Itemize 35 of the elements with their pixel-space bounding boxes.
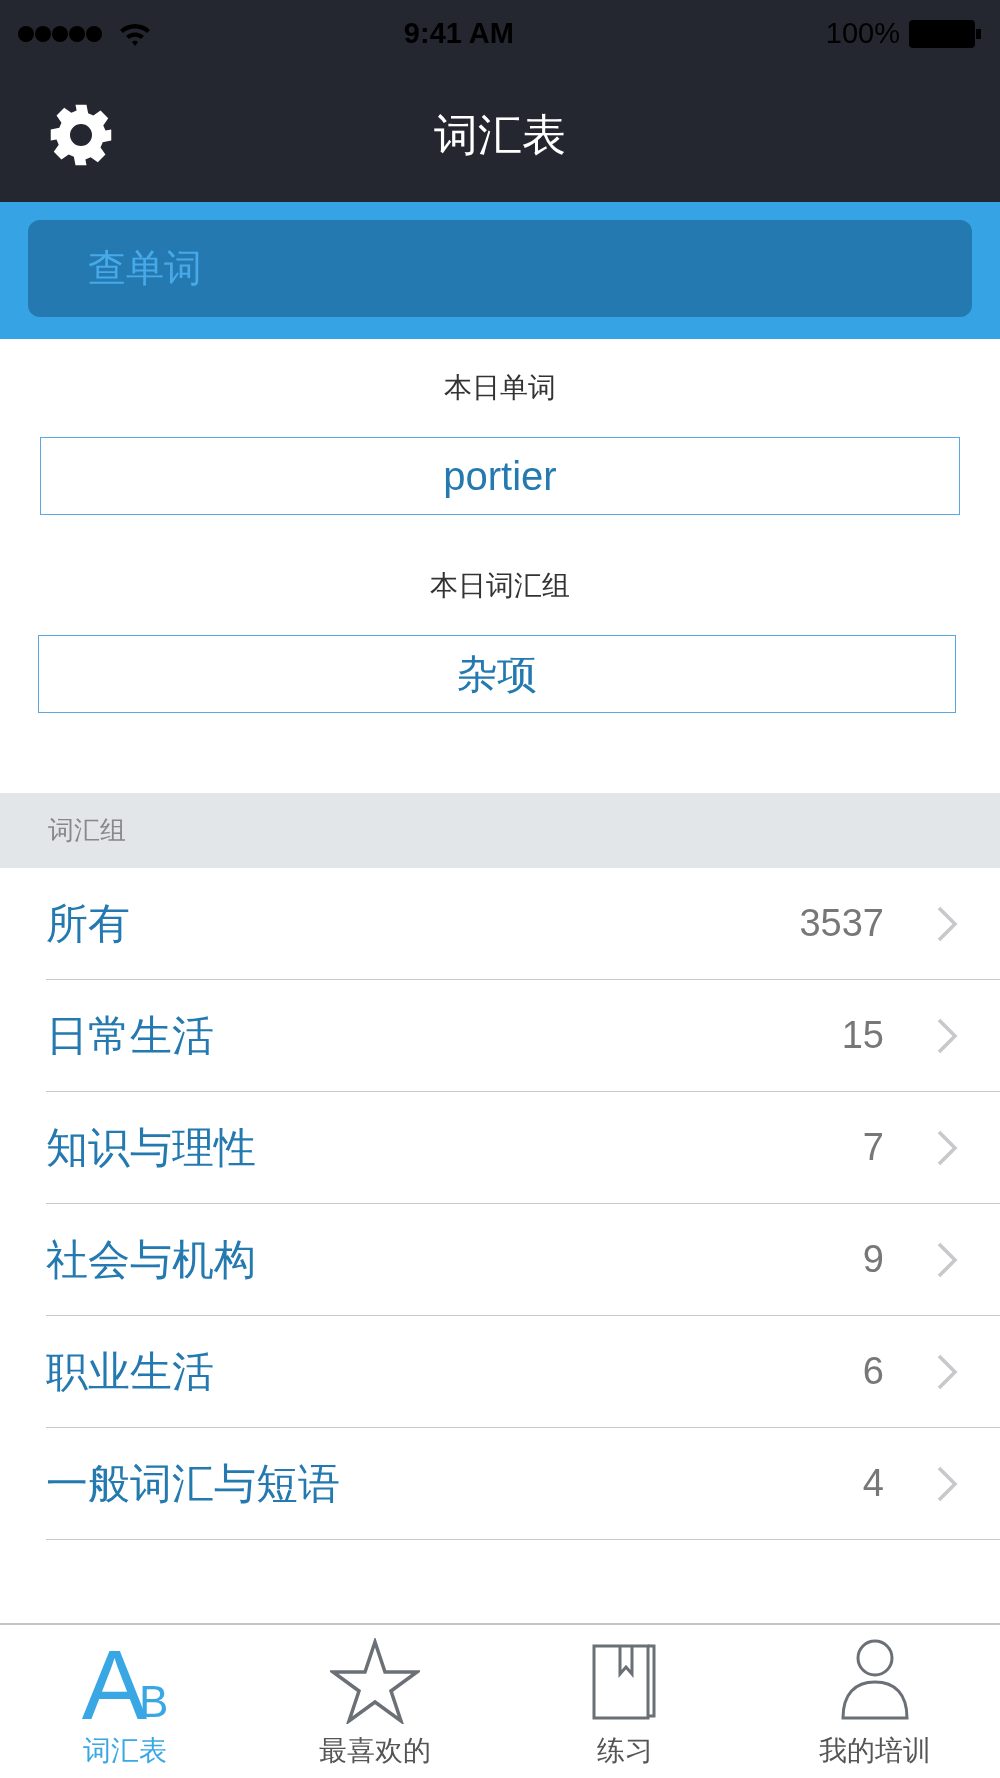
chevron-icon [936,904,958,943]
chevron-icon [936,1240,958,1279]
group-name[interactable]: 职业生活 [46,1340,863,1403]
group-count: 4 [862,1461,884,1506]
search-field[interactable]: 查单词 [28,220,972,317]
group-name[interactable]: 一般词汇与短语 [46,1452,863,1515]
star-icon [330,1638,420,1724]
group-count: 6 [862,1349,884,1394]
daily-value-field[interactable]: portier [40,437,960,515]
section-header: 词汇组 [0,793,1000,868]
group-name[interactable]: 社会与机构 [46,1228,863,1291]
daily-value-field[interactable]: 杂项 [38,635,956,713]
group-count: 7 [862,1125,884,1170]
letters-icon: AB [81,1638,169,1724]
tab-button[interactable]: 我的培训 [750,1625,1000,1778]
chevron-icon [936,1128,958,1167]
settings-icon[interactable] [48,102,114,168]
battery-icon [908,18,982,50]
signal-icon [18,25,104,43]
group-count: 15 [841,1013,884,1058]
daily-label: 本日词汇组 [429,569,571,603]
group-count: 9 [862,1237,884,1282]
tab-button[interactable]: 最喜欢的 [250,1625,500,1778]
wifi-icon [118,21,152,47]
nav-title: 词汇表 [434,109,566,161]
tab-button[interactable]: AB 词汇表 [0,1625,250,1778]
chevron-icon [936,1464,958,1503]
chevron-icon [936,1016,958,1055]
group-count: 3537 [799,901,884,946]
chevron-icon [936,1352,958,1391]
group-name[interactable]: 知识与理性 [46,1116,863,1179]
tab-button[interactable]: 练习 [500,1625,750,1778]
daily-label: 本日单词 [443,371,557,405]
group-name[interactable]: 日常生活 [46,1004,842,1067]
group-name[interactable]: 所有 [46,892,800,955]
